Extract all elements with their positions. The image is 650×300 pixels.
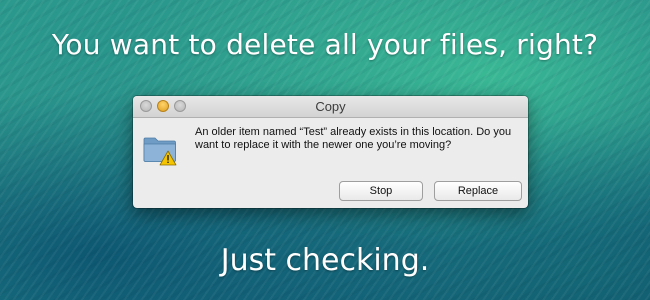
dialog-content: An older item named “Test” already exist… [133,118,528,208]
desktop-background: You want to delete all your files, right… [0,0,650,300]
headline-caption: You want to delete all your files, right… [51,28,599,61]
dialog-message: An older item named “Test” already exist… [195,126,512,151]
folder-warning-icon [143,137,177,166]
replace-button[interactable]: Replace [434,181,522,201]
subline-caption: Just checking. [220,243,430,278]
title-bar[interactable]: Copy [133,96,528,118]
window-title: Copy [315,99,346,114]
stop-button[interactable]: Stop [339,181,423,201]
copy-dialog: Copy An older item named “Test” already … [133,96,528,208]
